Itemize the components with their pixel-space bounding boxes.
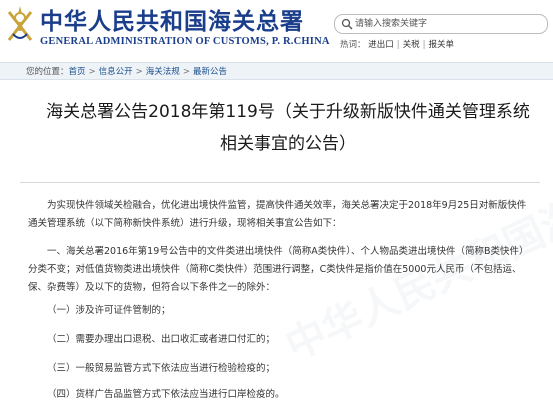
article-paragraph: （二）需要办理出口退税、出口收汇或者进口付汇的；: [47, 334, 276, 345]
hot-word-link[interactable]: 进出口: [368, 40, 394, 50]
breadcrumb-bar: 您的位置：首页 > 信息公开 > 海关法规 > 最新公告: [0, 62, 553, 80]
title-divider: [20, 182, 540, 183]
site-header: 中华人民共和国海关总署 GENERAL ADMINISTRATION OF CU…: [0, 0, 553, 58]
breadcrumb-item[interactable]: 首页: [69, 67, 86, 77]
breadcrumb-label: 您的位置：: [26, 67, 69, 77]
hot-word-link[interactable]: 报关单: [429, 40, 455, 50]
breadcrumb-item[interactable]: 最新公告: [193, 67, 227, 77]
breadcrumb-item[interactable]: 海关法规: [146, 67, 180, 77]
hot-words-label: 热词：: [340, 40, 366, 50]
article-paragraph: （三）一般贸易监管方式下依法应当进行检验检疫的；: [47, 363, 276, 374]
search-box: [334, 14, 548, 34]
article-paragraph: （四）货样广告品监管方式下依法应当进行口岸检疫的。: [47, 389, 285, 400]
breadcrumb: 您的位置：首页 > 信息公开 > 海关法规 > 最新公告: [26, 67, 227, 77]
site-logo-en[interactable]: GENERAL ADMINISTRATION OF CUSTOMS, P. R.…: [40, 36, 330, 47]
site-logo-cn[interactable]: 中华人民共和国海关总署: [40, 2, 304, 36]
search-icon[interactable]: [341, 18, 353, 30]
article-paragraph: 一、海关总署2016年第19号公告中的文件类进出境快件（简称A类快件）、个人物品…: [28, 246, 529, 293]
article-title: 海关总署公告2018年第119号（关于升级新版快件通关管理系统相关事宜的公告）: [46, 102, 530, 154]
customs-emblem-icon[interactable]: [3, 4, 37, 44]
article-paragraph: 为实现快件领域关检融合，优化进出境快件监管，提高快件通关效率，海关总署决定于20…: [28, 200, 527, 229]
article-paragraph: （一）涉及许可证件管制的；: [47, 305, 171, 316]
search-input[interactable]: [355, 16, 540, 32]
article-content: 中华人民共和国海关 海关总署公告2018年第119号（关于升级新版快件通关管理系…: [0, 80, 553, 403]
breadcrumb-item[interactable]: 信息公开: [99, 67, 133, 77]
hot-words: 热词： 进出口 | 关税 | 报关单: [340, 40, 455, 50]
hot-word-link[interactable]: 关税: [403, 40, 420, 50]
